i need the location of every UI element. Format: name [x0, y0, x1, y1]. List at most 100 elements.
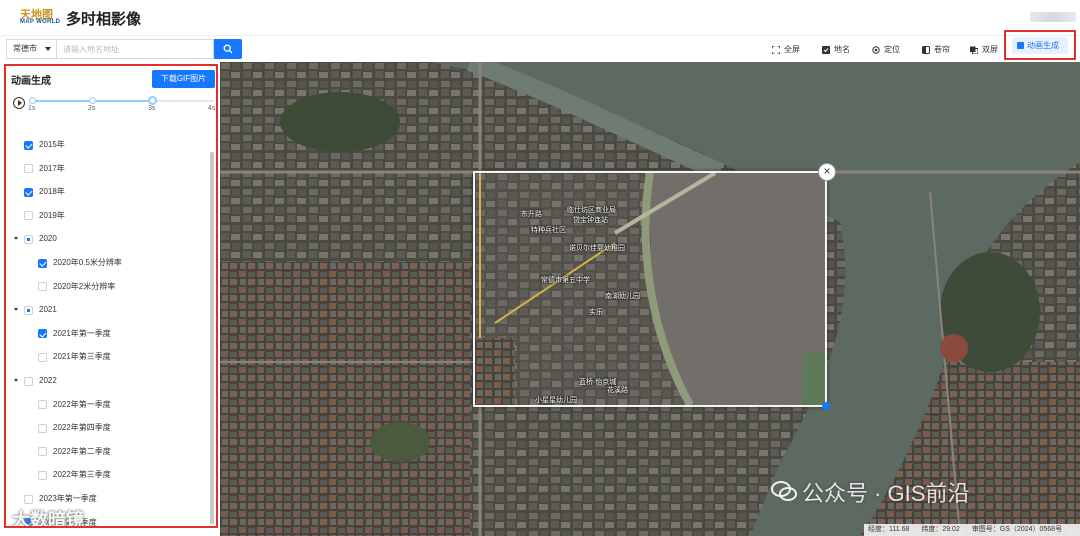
tree-checkbox[interactable]	[38, 329, 47, 339]
popup-resize-handle[interactable]	[822, 402, 830, 410]
city-select-value: 常德市	[13, 44, 37, 53]
tree-checkbox[interactable]	[38, 258, 47, 268]
tree-checkbox[interactable]	[24, 305, 33, 315]
play-icon[interactable]	[13, 97, 25, 109]
speed-tick-label: 4s	[208, 105, 216, 112]
tool-locate[interactable]: 定位	[872, 43, 900, 57]
speed-tick-label: 3s	[148, 105, 156, 112]
tree-item-label: 2021	[39, 305, 57, 315]
tool-animation-button[interactable]: 动画生成	[1012, 37, 1068, 54]
tree-item-label: 2020年2米分辨率	[53, 281, 116, 291]
tianditu-logo[interactable]: 天地图 MAP WORLD	[20, 6, 60, 30]
map-canvas[interactable]: 东升路 临仕坊区商业局 特种兵社区 贷宝钟连站 诺贝尔佳婴幼稚园 常德市第五中学…	[220, 62, 1080, 536]
tree-item[interactable]: 2022年第二季度	[38, 445, 111, 459]
speed-slider-mark[interactable]	[29, 97, 36, 104]
user-info-blurred[interactable]	[1030, 12, 1076, 22]
tree-item[interactable]: 2022年第三季度	[38, 468, 111, 482]
tree-checkbox[interactable]	[38, 470, 47, 480]
map-label: 实乐	[589, 309, 603, 316]
tool-dual-screen[interactable]: 双屏	[970, 43, 998, 57]
tool-swipe[interactable]: 卷帘	[922, 43, 950, 57]
panel-title: 动画生成	[11, 76, 51, 87]
tree-checkbox[interactable]	[24, 187, 33, 197]
tree-item-label: 2020	[39, 234, 57, 244]
tree-checkbox[interactable]	[38, 352, 47, 362]
tree-checkbox[interactable]	[38, 423, 47, 433]
tree-item[interactable]: 2021年第一季度	[38, 327, 111, 341]
tree-checkbox[interactable]	[24, 376, 33, 386]
panel-scrollbar-thumb[interactable]	[210, 152, 214, 524]
tree-item[interactable]: 2019年	[24, 209, 65, 223]
imagery-comparison-popup[interactable]: 东升路 临仕坊区商业局 特种兵社区 贷宝钟连站 诺贝尔佳婴幼稚园 常德市第五中学…	[473, 171, 827, 407]
tool-animation-generate[interactable]: 动画生成	[1004, 30, 1076, 60]
tree-checkbox[interactable]	[24, 211, 33, 221]
tree-item[interactable]: 2015年	[24, 138, 65, 152]
animation-panel: 动画生成 下载GIF图片 1s 2s 3s 4s 2015年 2017年 2018年…	[4, 64, 218, 528]
tree-item-label: 2022年第一季度	[53, 399, 111, 409]
watermark-text: 公众号 · GIS前沿	[802, 481, 970, 506]
tree-item[interactable]: 2022年第四季度	[38, 421, 111, 435]
tree-checkbox[interactable]	[38, 282, 47, 292]
tree-item[interactable]: 2017年	[24, 162, 65, 176]
longitude-readout: 经度：111.68	[868, 526, 910, 533]
search-input[interactable]	[56, 39, 214, 59]
tool-swipe-label: 卷帘	[934, 45, 950, 54]
tool-fullscreen[interactable]: 全屏	[772, 43, 800, 57]
speed-slider-mark[interactable]	[89, 97, 96, 104]
tree-item-label: 2022年第四季度	[53, 423, 111, 433]
map-label: 特种兵社区	[531, 227, 566, 234]
tool-placename[interactable]: 地名	[822, 43, 850, 57]
panel-scrollbar[interactable]	[210, 152, 214, 524]
approval-number: 审图号：GS（2024）0568号	[971, 526, 1063, 533]
speed-slider[interactable]	[29, 96, 214, 105]
tree-item[interactable]: 2023年第一季度	[24, 492, 97, 506]
map-label: 小星星幼儿园	[535, 397, 577, 404]
tool-animation-label: 动画生成	[1027, 41, 1059, 50]
tool-placename-label: 地名	[834, 45, 850, 54]
page-title: 多时相影像	[66, 11, 142, 28]
expand-arrow-icon[interactable]	[14, 379, 18, 382]
tree-checkbox[interactable]	[38, 400, 47, 410]
tree-checkbox[interactable]	[24, 140, 33, 150]
tree-item[interactable]: 2020年2米分辨率	[38, 280, 115, 294]
tree-item[interactable]: 2020年0.5米分辨率	[38, 256, 122, 270]
tree-item[interactable]: 2018年	[24, 185, 65, 199]
toolbar: 常德市 全屏 地名 定位 卷帘 双屏 动画生成	[0, 30, 1080, 62]
wechat-icon	[771, 481, 797, 501]
tree-item-label: 2021年第一季度	[53, 328, 111, 338]
tree-item-label: 2015年	[39, 140, 65, 149]
tree-item[interactable]: 2022年第一季度	[38, 398, 111, 412]
swipe-icon	[922, 46, 930, 54]
tree-item-label: 2022年第二季度	[53, 446, 111, 456]
map-label: 诺贝尔佳婴幼稚园	[569, 245, 625, 252]
tree-checkbox[interactable]	[24, 234, 33, 244]
tree-item-label: 2018年	[39, 187, 65, 197]
speed-tick-label: 1s	[28, 105, 36, 112]
tree-item[interactable]: 2020	[24, 232, 57, 246]
tree-checkbox[interactable]	[24, 164, 33, 174]
map-label: 常德市第五中学	[541, 277, 590, 284]
city-select[interactable]: 常德市	[6, 39, 56, 59]
caret-down-icon	[45, 47, 51, 51]
popup-close-button[interactable]: ×	[818, 163, 836, 181]
panel-watermark: 大数暗镜	[12, 510, 84, 528]
tree-item[interactable]: 2022	[24, 374, 57, 388]
download-gif-button[interactable]: 下载GIF图片	[152, 70, 215, 88]
tree-item[interactable]: 2021年第三季度	[38, 350, 111, 364]
speed-tick-label: 2s	[88, 105, 96, 112]
search-button[interactable]	[214, 39, 242, 59]
tool-locate-label: 定位	[884, 45, 900, 54]
expand-arrow-icon[interactable]	[14, 237, 18, 241]
speed-slider-handle[interactable]	[148, 96, 157, 105]
tree-checkbox[interactable]	[24, 494, 33, 504]
tree-item-label: 2021年第三季度	[53, 352, 111, 362]
tree-item-label: 2017年	[39, 163, 65, 173]
map-label: 东升路	[521, 211, 542, 218]
map-label: 花溪路	[607, 387, 628, 394]
tree-item[interactable]: 2021	[24, 303, 57, 317]
tool-fullscreen-label: 全屏	[784, 45, 800, 54]
map-label: 临仕坊区商业局	[567, 207, 616, 214]
map-status-bar: 经度：111.68 纬度：29.02 审图号：GS（2024）0568号	[864, 524, 1080, 536]
expand-arrow-icon[interactable]	[14, 308, 18, 312]
tree-checkbox[interactable]	[38, 447, 47, 457]
